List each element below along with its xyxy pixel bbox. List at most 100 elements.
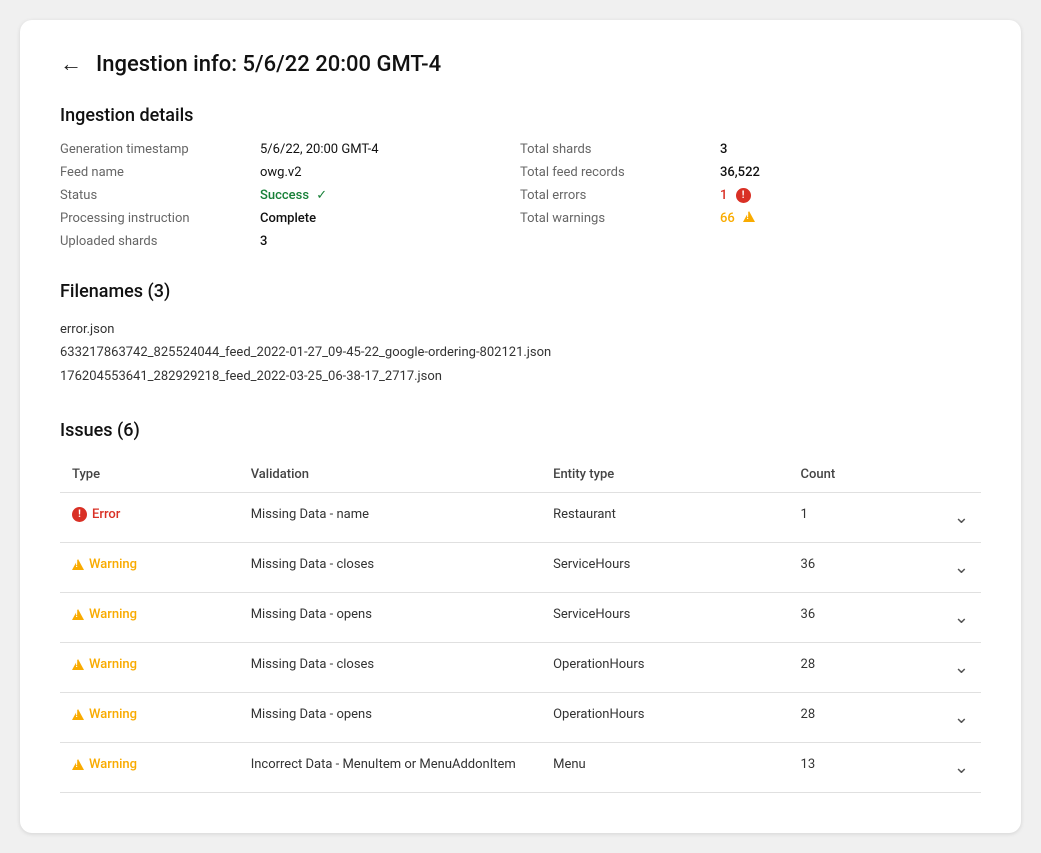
uploaded-shards-label: Uploaded shards <box>60 234 260 249</box>
issues-header-row: Type Validation Entity type Count <box>60 457 981 493</box>
issues-section: Issues (6) Type Validation Entity type C… <box>60 420 981 793</box>
warning-label: Warning <box>89 657 137 672</box>
issue-type-cell: Warning <box>60 543 239 593</box>
issue-validation-cell: Missing Data - opens <box>239 693 541 743</box>
warning-triangle-icon <box>72 659 84 670</box>
issue-count-cell: 28 <box>789 643 899 693</box>
issue-type-cell: Warning <box>60 643 239 693</box>
issues-table-header: Type Validation Entity type Count <box>60 457 981 493</box>
chevron-down-icon[interactable]: ⌄ <box>954 707 969 728</box>
back-button[interactable]: ← <box>60 54 82 76</box>
warning-label: Warning <box>89 757 137 772</box>
warning-triangle-icon <box>72 709 84 720</box>
processing-instruction-value: Complete <box>260 211 520 226</box>
issues-title: Issues (6) <box>60 420 981 441</box>
warning-triangle-icon <box>743 211 755 222</box>
issue-entity-cell: ServiceHours <box>541 593 788 643</box>
type-warning: Warning <box>72 757 227 772</box>
type-warning: Warning <box>72 657 227 672</box>
table-row: ! Error Missing Data - nameRestaurant1⌄ <box>60 493 981 543</box>
type-warning: Warning <box>72 707 227 722</box>
issue-validation-cell: Missing Data - opens <box>239 593 541 643</box>
issue-validation-cell: Missing Data - closes <box>239 643 541 693</box>
chevron-down-icon[interactable]: ⌄ <box>954 507 969 528</box>
page-header: ← Ingestion info: 5/6/22 20:00 GMT-4 <box>60 52 981 77</box>
issue-type-cell: ! Error <box>60 493 239 543</box>
status-label: Status <box>60 188 260 203</box>
chevron-down-icon[interactable]: ⌄ <box>954 757 969 778</box>
total-errors-label: Total errors <box>520 188 720 203</box>
issue-expand-cell[interactable]: ⌄ <box>898 543 981 593</box>
issues-table-body: ! Error Missing Data - nameRestaurant1⌄ … <box>60 493 981 793</box>
feed-name-label: Feed name <box>60 165 260 180</box>
total-shards-label: Total shards <box>520 142 720 157</box>
feed-name-value: owg.v2 <box>260 165 520 180</box>
issue-entity-cell: OperationHours <box>541 643 788 693</box>
issue-entity-cell: Restaurant <box>541 493 788 543</box>
generation-timestamp-value: 5/6/22, 20:00 GMT-4 <box>260 142 520 157</box>
issue-type-cell: Warning <box>60 693 239 743</box>
warning-label: Warning <box>89 607 137 622</box>
chevron-down-icon[interactable]: ⌄ <box>954 557 969 578</box>
status-value: Success ✓ <box>260 188 520 203</box>
total-warnings-value: 66 <box>720 211 940 226</box>
total-shards-value: 3 <box>720 142 940 157</box>
total-errors-value: 1 ! <box>720 188 940 203</box>
warning-triangle-icon <box>72 609 84 620</box>
details-grid: Generation timestamp 5/6/22, 20:00 GMT-4… <box>60 142 981 249</box>
issue-expand-cell[interactable]: ⌄ <box>898 643 981 693</box>
page-title: Ingestion info: 5/6/22 20:00 GMT-4 <box>96 52 441 77</box>
ingestion-details-section: Ingestion details Generation timestamp 5… <box>60 105 981 249</box>
generation-timestamp-label: Generation timestamp <box>60 142 260 157</box>
issue-entity-cell: ServiceHours <box>541 543 788 593</box>
issue-expand-cell[interactable]: ⌄ <box>898 693 981 743</box>
warning-triangle-icon <box>72 559 84 570</box>
error-label: Error <box>92 507 120 522</box>
table-row: Warning Missing Data - opensServiceHours… <box>60 593 981 643</box>
issue-type-cell: Warning <box>60 743 239 793</box>
issue-expand-cell[interactable]: ⌄ <box>898 743 981 793</box>
filenames-list: error.json 633217863742_825524044_feed_2… <box>60 318 981 388</box>
issue-expand-cell[interactable]: ⌄ <box>898 593 981 643</box>
issue-count-cell: 13 <box>789 743 899 793</box>
issue-validation-cell: Missing Data - name <box>239 493 541 543</box>
warning-count: 66 <box>720 211 735 226</box>
issue-validation-cell: Incorrect Data - MenuItem or MenuAddonIt… <box>239 743 541 793</box>
ingestion-details-title: Ingestion details <box>60 105 981 126</box>
uploaded-shards-value: 3 <box>260 234 520 249</box>
main-card: ← Ingestion info: 5/6/22 20:00 GMT-4 Ing… <box>20 20 1021 833</box>
table-row: Warning Missing Data - closesServiceHour… <box>60 543 981 593</box>
warning-label: Warning <box>89 707 137 722</box>
col-header-type: Type <box>60 457 239 493</box>
issue-entity-cell: Menu <box>541 743 788 793</box>
error-circle-icon: ! <box>72 507 87 522</box>
warning-triangle-icon <box>72 759 84 770</box>
table-row: Warning Missing Data - closesOperationHo… <box>60 643 981 693</box>
issue-count-cell: 36 <box>789 593 899 643</box>
table-row: Warning Missing Data - opensOperationHou… <box>60 693 981 743</box>
issue-validation-cell: Missing Data - closes <box>239 543 541 593</box>
issue-count-cell: 36 <box>789 543 899 593</box>
col-header-validation: Validation <box>239 457 541 493</box>
total-feed-records-label: Total feed records <box>520 165 720 180</box>
col-header-entity: Entity type <box>541 457 788 493</box>
col-header-count: Count <box>789 457 899 493</box>
type-error: ! Error <box>72 507 227 522</box>
issues-table: Type Validation Entity type Count ! Erro… <box>60 457 981 793</box>
filenames-title: Filenames (3) <box>60 281 981 302</box>
table-row: Warning Incorrect Data - MenuItem or Men… <box>60 743 981 793</box>
status-success-text: Success <box>260 188 309 203</box>
issue-entity-cell: OperationHours <box>541 693 788 743</box>
warning-indicator <box>743 211 755 226</box>
processing-instruction-label: Processing instruction <box>60 211 260 226</box>
type-warning: Warning <box>72 607 227 622</box>
chevron-down-icon[interactable]: ⌄ <box>954 607 969 628</box>
warning-label: Warning <box>89 557 137 572</box>
chevron-down-icon[interactable]: ⌄ <box>954 657 969 678</box>
issue-expand-cell[interactable]: ⌄ <box>898 493 981 543</box>
error-count: 1 <box>720 188 727 203</box>
error-indicator: ! <box>736 188 751 203</box>
type-warning: Warning <box>72 557 227 572</box>
filenames-section: Filenames (3) error.json 633217863742_82… <box>60 281 981 388</box>
total-warnings-label: Total warnings <box>520 211 720 226</box>
